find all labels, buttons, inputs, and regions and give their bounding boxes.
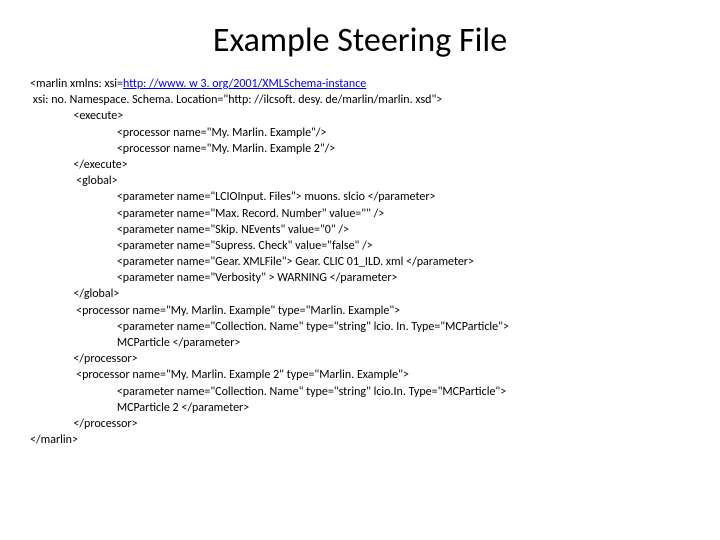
code-line: <processor name="My. Marlin. Example 2"/… (30, 142, 335, 156)
xml-schema-link[interactable]: http: //www. w 3. org/2001/XMLSchema-ins… (123, 77, 366, 91)
code-line: <parameter name="Supress. Check" value="… (30, 239, 373, 253)
code-line: <parameter name="Collection. Name" type=… (30, 385, 506, 399)
code-line: </execute> (30, 158, 128, 172)
code-line: <global> (30, 174, 118, 188)
slide-title: Example Steering File (30, 20, 690, 61)
code-line: </marlin> (30, 433, 78, 447)
code-line: </global> (30, 287, 119, 301)
code-line: <processor name="My. Marlin. Example 2" … (30, 368, 409, 382)
slide: Example Steering File <marlin xmlns: xsi… (0, 0, 720, 540)
code-line: <processor name="My. Marlin. Example" ty… (30, 304, 400, 318)
code-line: <parameter name="Skip. NEvents" value="0… (30, 223, 349, 237)
code-line: <parameter name="LCIOInput. Files"> muon… (30, 190, 435, 204)
code-line: <parameter name="Verbosity" > WARNING </… (30, 271, 398, 285)
code-line: <parameter name="Collection. Name" type=… (30, 320, 509, 334)
code-line: </processor> (30, 352, 138, 366)
code-line: xsi: no. Namespace. Schema. Location="ht… (30, 93, 442, 107)
code-line: </processor> (30, 417, 138, 431)
code-line: <processor name="My. Marlin. Example"/> (30, 126, 326, 140)
code-block: <marlin xmlns: xsi=http: //www. w 3. org… (30, 76, 690, 448)
code-line: <parameter name="Max. Record. Number" va… (30, 207, 384, 221)
code-line: MCParticle </parameter> (30, 336, 240, 350)
code-line: MCParticle 2 </parameter> (30, 401, 249, 415)
code-line: <marlin xmlns: xsi= (30, 77, 123, 91)
code-line: <execute> (30, 109, 123, 123)
code-line: <parameter name="Gear. XMLFile"> Gear. C… (30, 255, 474, 269)
